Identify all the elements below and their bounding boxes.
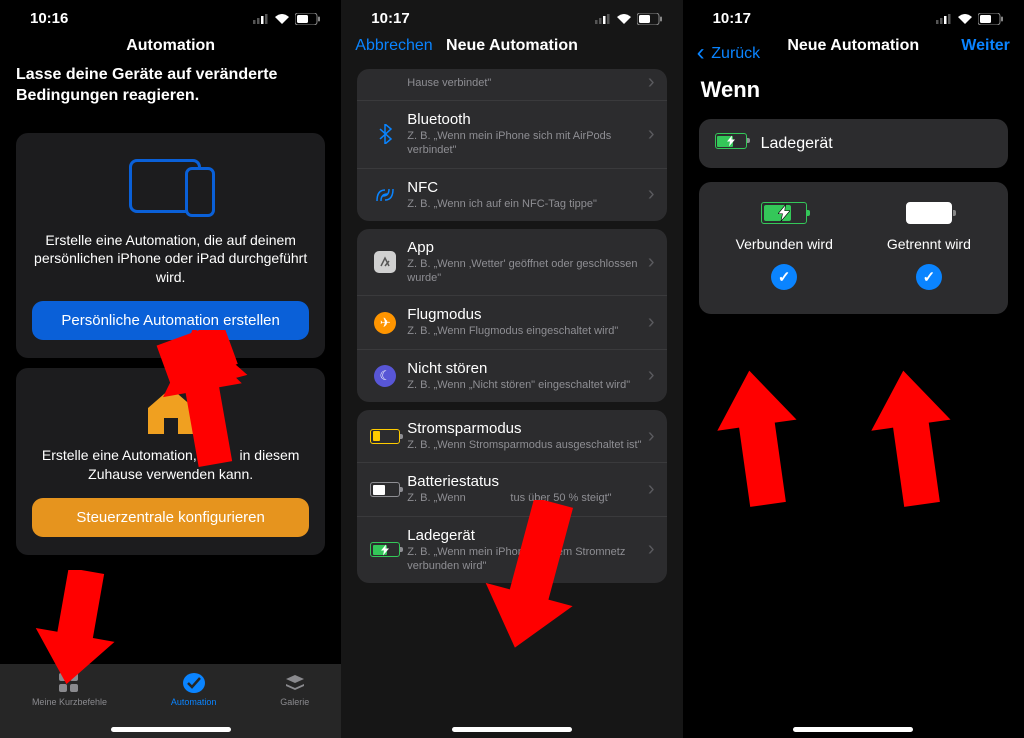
personal-desc: Erstelle eine Automation, die auf deinem… <box>32 231 309 288</box>
bluetooth-icon <box>369 124 401 144</box>
battery-charging-icon <box>761 202 807 224</box>
charger-header: Ladegerät <box>699 119 1008 168</box>
home-indicator <box>111 727 231 732</box>
chevron-right-icon: › <box>648 251 655 274</box>
section-when: Wenn <box>683 65 1024 113</box>
tab-gallery[interactable]: Galerie <box>280 672 309 707</box>
nav-bar: Zurück Neue Automation Weiter <box>683 31 1024 65</box>
dnd-icon: ☾ <box>369 365 401 387</box>
status-icons <box>595 13 663 25</box>
chevron-right-icon: › <box>648 478 655 501</box>
nfc-icon <box>369 187 401 203</box>
trigger-app[interactable]: AppZ. B. „Wenn ‚Wetter' geöffnet oder ge… <box>357 229 666 297</box>
clock: 10:17 <box>371 10 409 27</box>
chevron-right-icon: › <box>648 183 655 206</box>
battery-full-icon <box>906 202 952 224</box>
nav-bar: Automation <box>0 31 341 65</box>
option-disconnected[interactable]: Getrennt wird <box>887 202 971 290</box>
personal-automation-card: Erstelle eine Automation, die auf deinem… <box>16 133 325 359</box>
chevron-right-icon: › <box>648 538 655 561</box>
home-indicator <box>452 727 572 732</box>
arrow-annotation <box>709 370 809 510</box>
trigger-nfc[interactable]: NFCZ. B. „Wenn ich auf ein NFC-Tag tippe… <box>357 169 666 221</box>
back-button[interactable]: Zurück <box>697 37 761 65</box>
intro-text: Lasse deine Geräte auf veränderte Beding… <box>0 65 341 123</box>
app-icon <box>369 251 401 273</box>
arrow-annotation <box>473 500 593 660</box>
clock: 10:17 <box>713 10 751 27</box>
checkmark-icon <box>771 264 797 290</box>
arrow-annotation <box>863 370 963 510</box>
chevron-right-icon: › <box>648 364 655 387</box>
next-button[interactable]: Weiter <box>961 37 1010 55</box>
chevron-right-icon: › <box>648 425 655 448</box>
trigger-airplane[interactable]: ✈ FlugmodusZ. B. „Wenn Flugmodus eingesc… <box>357 296 666 349</box>
status-bar: 10:17 <box>683 0 1024 31</box>
option-connected[interactable]: Verbunden wird <box>736 202 833 290</box>
arrow-annotation <box>26 570 126 690</box>
trigger-dnd[interactable]: ☾ Nicht störenZ. B. „Wenn „Nicht stören"… <box>357 350 666 402</box>
nav-bar: Abbrechen Neue Automation <box>341 31 682 65</box>
charger-options: Verbunden wird Getrennt wird <box>699 182 1008 314</box>
battery-icon <box>369 482 401 497</box>
status-icons <box>253 13 321 25</box>
chevron-right-icon: › <box>648 123 655 146</box>
arrow-annotation <box>150 335 260 475</box>
charger-icon <box>369 542 401 557</box>
status-bar: 10:16 <box>0 0 341 31</box>
chevron-right-icon: › <box>648 71 655 94</box>
status-icons <box>936 13 1004 25</box>
home-indicator <box>793 727 913 732</box>
chevron-right-icon: › <box>648 311 655 334</box>
cancel-button[interactable]: Abbrechen <box>355 37 432 55</box>
trigger-bluetooth[interactable]: BluetoothZ. B. „Wenn mein iPhone sich mi… <box>357 101 666 169</box>
trigger-wifi-stub[interactable]: Hause verbindet" › <box>357 69 666 101</box>
clock: 10:16 <box>30 10 68 27</box>
checkmark-icon <box>916 264 942 290</box>
low-power-icon <box>369 429 401 444</box>
tab-automation[interactable]: Automation <box>171 672 217 707</box>
trigger-low-power[interactable]: StromsparmodusZ. B. „Wenn Stromsparmodus… <box>357 410 666 463</box>
airplane-icon: ✈ <box>369 312 401 334</box>
charger-icon <box>715 133 747 154</box>
configure-home-button[interactable]: Steuerzentrale konfigurieren <box>32 498 309 537</box>
status-bar: 10:17 <box>341 0 682 31</box>
page-title: Automation <box>14 37 327 55</box>
devices-icon <box>121 151 221 221</box>
